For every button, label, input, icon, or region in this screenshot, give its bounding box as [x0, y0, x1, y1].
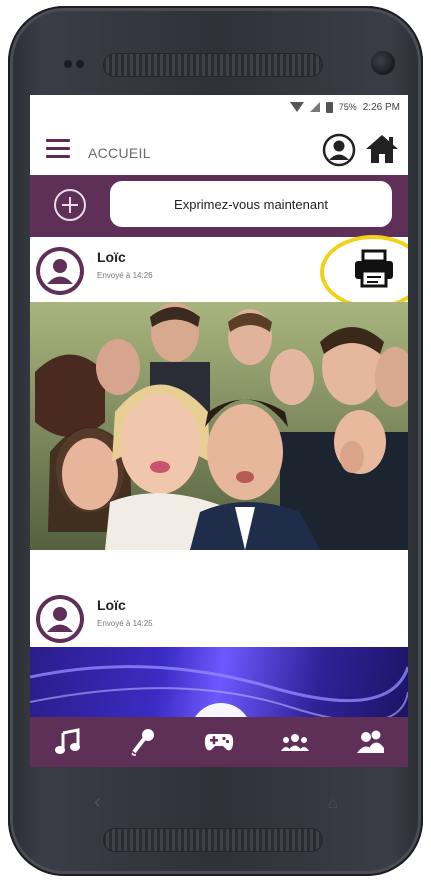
bottom-speaker	[103, 828, 323, 852]
post-photo[interactable]	[30, 302, 408, 550]
post-author[interactable]: Loïc	[97, 249, 126, 265]
signal-icon	[309, 102, 320, 112]
microphone-icon[interactable]	[123, 722, 163, 762]
menu-icon[interactable]	[46, 139, 70, 159]
front-camera	[371, 51, 395, 75]
clock: 2:26 PM	[362, 101, 400, 113]
gamepad-icon[interactable]	[199, 722, 239, 762]
avatar[interactable]	[36, 595, 84, 643]
earpiece-speaker	[103, 53, 323, 77]
post-author[interactable]: Loïc	[97, 597, 126, 613]
hardware-home-icon[interactable]: ⌂	[328, 795, 338, 813]
post-timestamp: Envoyé à 14:25	[97, 619, 153, 628]
app-screen: 75% 2:26 PM ACCUEIL Exprimez-vous mainte…	[30, 95, 408, 767]
avatar[interactable]	[36, 247, 84, 295]
post-timestamp: Envoyé à 14:26	[97, 271, 153, 280]
sensor-dot	[64, 60, 72, 68]
page-title: ACCUEIL	[88, 145, 151, 161]
app-bar: ACCUEIL	[30, 123, 408, 173]
bottom-nav	[30, 717, 408, 767]
battery-level: 75%	[338, 102, 357, 112]
profile-icon[interactable]	[322, 133, 356, 167]
couple-icon[interactable]	[350, 722, 390, 762]
group-icon[interactable]	[275, 722, 315, 762]
compose-bar: Exprimez-vous maintenant	[30, 175, 408, 237]
home-icon[interactable]	[364, 132, 400, 166]
post-header: Loïc Envoyé à 14:25	[30, 585, 408, 647]
wifi-icon	[289, 102, 304, 112]
compose-input[interactable]: Exprimez-vous maintenant	[110, 181, 392, 227]
sensor-dot	[76, 60, 84, 68]
status-bar: 75% 2:26 PM	[30, 95, 408, 119]
music-note-icon[interactable]	[48, 722, 88, 762]
add-icon[interactable]	[54, 189, 86, 221]
hardware-back-icon[interactable]: ‹	[94, 791, 101, 814]
print-icon[interactable]	[352, 249, 396, 289]
battery-icon	[325, 101, 333, 113]
